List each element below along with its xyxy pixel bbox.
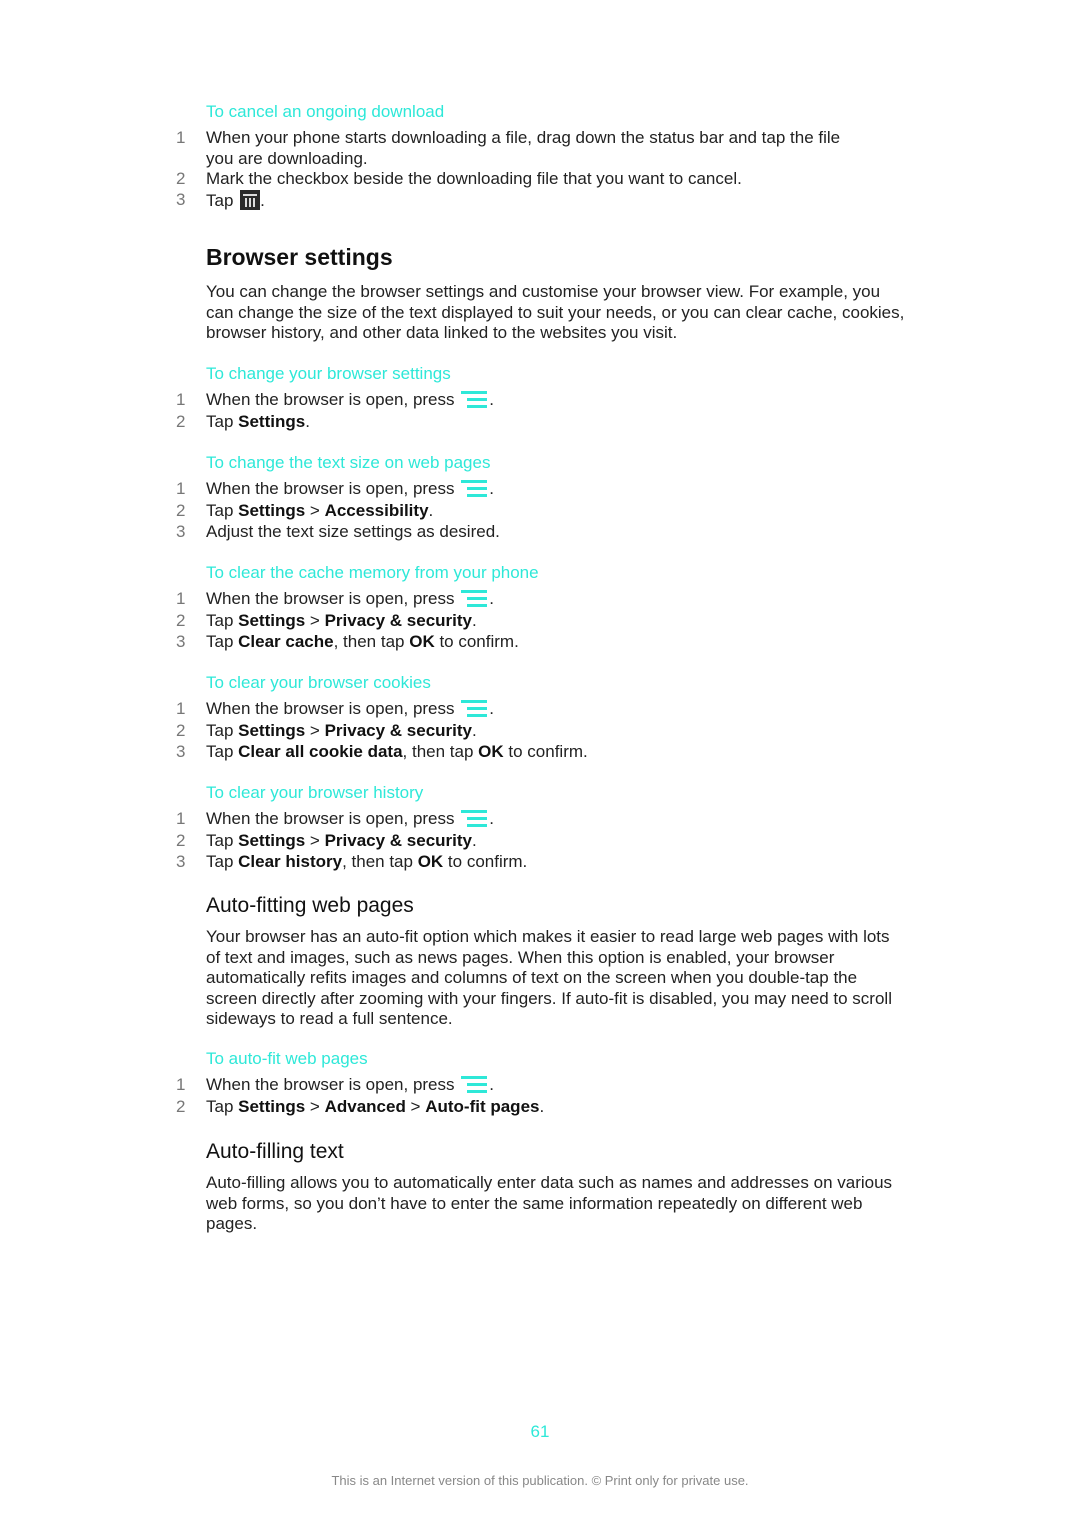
ui-term: Advanced <box>324 1097 406 1116</box>
step-number: 2 <box>176 721 186 740</box>
step-number: 1 <box>176 128 186 147</box>
step-number: 3 <box>176 852 186 871</box>
menu-icon <box>461 700 489 720</box>
step-number: 3 <box>176 632 186 651</box>
ui-term: Settings <box>238 1097 306 1116</box>
ui-term: Privacy & security <box>324 611 472 630</box>
section-heading-auto-fitting: Auto-fitting web pages <box>206 894 414 917</box>
menu-icon <box>461 1076 489 1096</box>
ui-term: Settings <box>238 501 306 520</box>
menu-icon <box>461 391 489 411</box>
step-number: 1 <box>176 1075 186 1094</box>
step-number: 2 <box>176 501 186 520</box>
step-number: 2 <box>176 1097 186 1116</box>
section-heading-browser-settings: Browser settings <box>206 244 393 270</box>
ui-term: Settings <box>238 412 306 431</box>
section-heading-auto-filling: Auto-filling text <box>206 1140 344 1163</box>
step-text: When your phone starts downloading a fil… <box>206 128 841 168</box>
ui-term: Settings <box>238 721 306 740</box>
ui-term: Auto-fit pages <box>425 1097 540 1116</box>
menu-icon <box>461 480 489 500</box>
ui-term: Clear all cookie data <box>238 742 403 761</box>
menu-icon <box>461 810 489 830</box>
step-text: Mark the checkbox beside the downloading… <box>206 169 742 188</box>
step-number: 1 <box>176 589 186 608</box>
step-number: 3 <box>176 190 186 209</box>
step-text: Adjust the text size settings as desired… <box>206 522 500 541</box>
subheading-auto-fit: To auto-fit web pages <box>206 1049 368 1068</box>
ui-term: Clear history <box>238 852 343 871</box>
ui-term: OK <box>478 742 504 761</box>
step-number: 1 <box>176 390 186 409</box>
subheading-clear-history: To clear your browser history <box>206 783 424 802</box>
subheading-cancel-download: To cancel an ongoing download <box>206 102 445 121</box>
step-text: When the browser is open, press <box>206 390 455 409</box>
page-number: 61 <box>530 1422 550 1441</box>
subheading-change-settings: To change your browser settings <box>206 364 451 383</box>
step-number: 2 <box>176 169 186 188</box>
paragraph-auto-fitting: Your browser has an auto-fit option whic… <box>206 927 892 1028</box>
ui-term: OK <box>409 632 435 651</box>
subheading-clear-cache: To clear the cache memory from your phon… <box>206 563 539 582</box>
subheading-clear-cookies: To clear your browser cookies <box>206 673 431 692</box>
step-number: 2 <box>176 831 186 850</box>
ui-term: Clear cache <box>238 632 334 651</box>
ui-term: OK <box>417 852 444 871</box>
step-number: 3 <box>176 742 186 761</box>
step-text: Tap <box>206 191 234 210</box>
step-number: 1 <box>176 699 186 718</box>
paragraph-browser-settings: You can change the browser settings and … <box>206 282 905 342</box>
step-number: 1 <box>176 479 186 498</box>
step-number: 1 <box>176 809 186 828</box>
subheading-text-size: To change the text size on web pages <box>206 453 491 472</box>
ui-term: Accessibility <box>324 501 429 520</box>
step-number: 2 <box>176 412 186 431</box>
paragraph-auto-filling: Auto-filling allows you to automatically… <box>206 1173 893 1233</box>
ui-term: Settings <box>238 831 306 850</box>
step-number: 3 <box>176 522 186 541</box>
ui-term: Privacy & security <box>324 721 472 740</box>
ui-term: Privacy & security <box>324 831 472 850</box>
trash-icon <box>240 190 261 210</box>
footer-notice: This is an Internet version of this publ… <box>331 1473 749 1488</box>
manual-page: To cancel an ongoing download 1 When you… <box>0 0 1080 1527</box>
step-number: 2 <box>176 611 186 630</box>
menu-icon <box>461 590 489 610</box>
ui-term: Settings <box>238 611 306 630</box>
